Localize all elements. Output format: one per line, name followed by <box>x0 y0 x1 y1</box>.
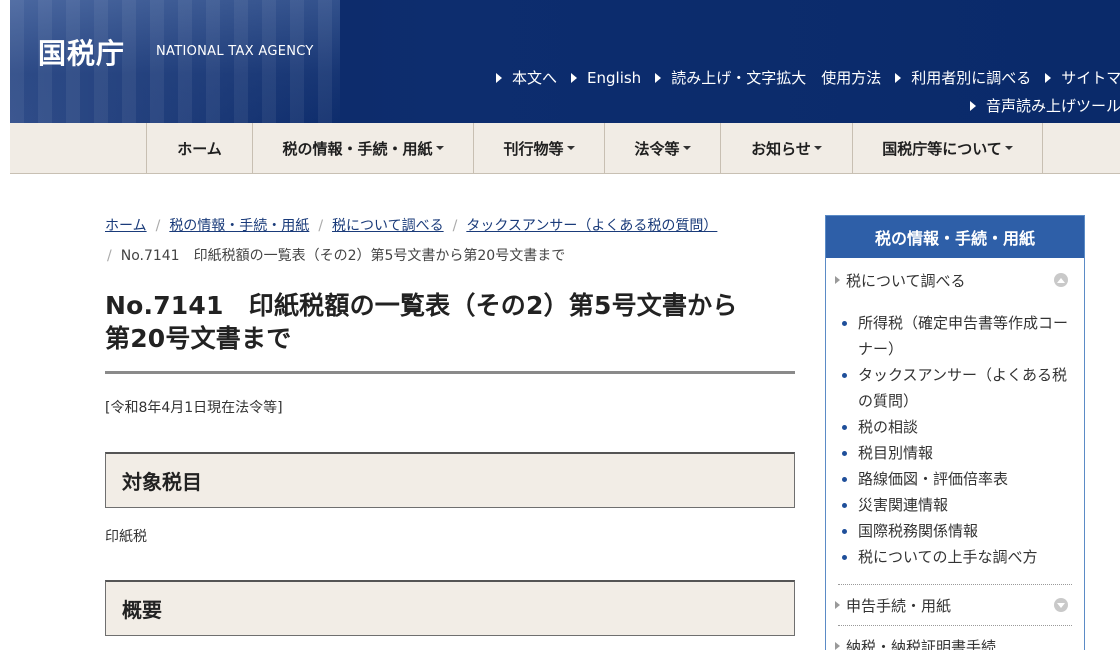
sidebar-item-tax-answer[interactable]: タックスアンサー（よくある税の質問） <box>842 362 1070 414</box>
utility-nav: 本文へ English 読み上げ・文字拡大 使用方法 利用者別に調べる サイトマ <box>496 67 1120 88</box>
site-header: 国税庁 NATIONAL TAX AGENCY 本文へ English 読み上げ… <box>10 0 1120 123</box>
sidebar-item-label[interactable]: 税目別情報 <box>858 444 933 462</box>
section-heading-target-tax: 対象税目 <box>105 452 795 508</box>
util-link-sitemap[interactable]: サイトマ <box>1045 67 1120 88</box>
utility-nav-row2: 音声読み上げツール <box>970 95 1120 116</box>
sidebar-category-research[interactable]: 税について調べる <box>826 260 1084 300</box>
nav-item-label: 法令等 <box>634 139 680 158</box>
caret-down-icon <box>566 146 575 150</box>
nav-item-laws[interactable]: 法令等 <box>604 123 720 173</box>
util-link-reading-help[interactable]: 読み上げ・文字拡大 使用方法 <box>655 67 881 88</box>
sidebar-item-international[interactable]: 国際税務関係情報 <box>842 518 1070 544</box>
caret-down-icon <box>1004 146 1013 150</box>
sidebar-item-by-tax-type[interactable]: 税目別情報 <box>842 440 1070 466</box>
nav-item-label: 国税庁等について <box>882 139 1002 158</box>
triangle-right-icon <box>970 100 976 111</box>
sidebar-item-disaster[interactable]: 災害関連情報 <box>842 492 1070 518</box>
site-logo-english: NATIONAL TAX AGENCY <box>156 44 314 59</box>
breadcrumb-separator: / <box>318 218 324 234</box>
sidebar-item-label[interactable]: 災害関連情報 <box>858 496 948 514</box>
util-link-voice-reader[interactable]: 音声読み上げツール <box>970 95 1120 116</box>
sidebar-list: 所得税（確定申告書等作成コーナー） タックスアンサー（よくある税の質問） 税の相… <box>826 300 1084 578</box>
nav-item-home[interactable]: ホーム <box>146 123 252 173</box>
sidebar-category-label: 申告手続・用紙 <box>846 596 952 615</box>
page-title-line1: No.7141 印紙税額の一覧表（その2）第5号文書から <box>105 291 738 320</box>
sidebar-item-label[interactable]: 税についての上手な調べ方 <box>858 548 1038 566</box>
nav-item-about[interactable]: 国税庁等について <box>852 123 1043 173</box>
breadcrumb-home[interactable]: ホーム <box>105 218 147 234</box>
util-link-label: 読み上げ・文字拡大 使用方法 <box>671 69 882 87</box>
nav-item-publications[interactable]: 刊行物等 <box>473 123 604 173</box>
sidebar-category-payment[interactable]: 納税・納税証明書手続 <box>826 626 1084 650</box>
date-note: [令和8年4月1日現在法令等] <box>105 400 283 416</box>
collapse-up-icon[interactable] <box>1054 273 1068 287</box>
nav-item-label: ホーム <box>177 139 222 158</box>
util-link-english[interactable]: English <box>571 67 641 88</box>
sidebar-item-label[interactable]: 所得税（確定申告書等作成コーナー） <box>858 314 1068 358</box>
nav-item-label: 税の情報・手続・用紙 <box>282 139 433 158</box>
triangle-right-icon <box>895 72 902 83</box>
section-body-target-tax: 印紙税 <box>105 529 147 545</box>
util-link-skip-to-content[interactable]: 本文へ <box>496 67 557 88</box>
breadcrumb-separator: / <box>155 218 161 234</box>
triangle-right-icon <box>655 72 662 83</box>
util-link-label: 本文へ <box>512 69 558 87</box>
nav-item-label: 刊行物等 <box>503 139 564 158</box>
triangle-right-icon <box>835 642 840 650</box>
breadcrumb-current: No.7141 印紙税額の一覧表（その2）第5号文書から第20号文書まで <box>120 248 566 264</box>
sidebar-item-route-price[interactable]: 路線価図・評価倍率表 <box>842 466 1070 492</box>
expand-down-icon[interactable] <box>1054 598 1068 612</box>
title-divider <box>105 371 795 374</box>
util-link-label: サイトマ <box>1061 69 1120 87</box>
triangle-right-icon <box>835 276 840 284</box>
util-link-label: English <box>587 68 642 87</box>
breadcrumb-research[interactable]: 税について調べる <box>332 218 444 234</box>
page-title-line2: 第20号文書まで <box>105 324 292 353</box>
nav-item-tax-info[interactable]: 税の情報・手続・用紙 <box>252 123 473 173</box>
sidebar-item-label[interactable]: タックスアンサー（よくある税の質問） <box>858 366 1067 410</box>
breadcrumb-separator: / <box>452 218 458 234</box>
triangle-right-icon <box>496 72 502 83</box>
breadcrumb-tax-answer[interactable]: タックスアンサー（よくある税の質問） <box>466 218 717 234</box>
breadcrumb-separator: / <box>107 248 112 264</box>
sidebar-item-research-tips[interactable]: 税についての上手な調べ方 <box>842 544 1070 570</box>
util-link-label: 利用者別に調べる <box>911 69 1032 87</box>
triangle-right-icon <box>1045 72 1052 83</box>
nav-item-label: お知らせ <box>751 139 811 158</box>
section-heading-overview: 概要 <box>105 580 795 636</box>
sidebar-heading: 税の情報・手続・用紙 <box>826 216 1084 258</box>
breadcrumb-current-row: / No.7141 印紙税額の一覧表（その2）第5号文書から第20号文書まで <box>105 241 795 271</box>
site-logo[interactable]: 国税庁 <box>38 32 125 72</box>
breadcrumb: ホーム / 税の情報・手続・用紙 / 税について調べる / タックスアンサー（よくある税の質… <box>105 211 795 271</box>
triangle-right-icon <box>835 601 840 609</box>
global-nav: ホーム 税の情報・手続・用紙 刊行物等 法令等 お知らせ 国税庁等について <box>10 123 1120 174</box>
caret-down-icon <box>682 146 691 150</box>
triangle-right-icon <box>571 72 578 83</box>
breadcrumb-tax-info[interactable]: 税の情報・手続・用紙 <box>169 218 309 234</box>
sidebar-item-income-tax[interactable]: 所得税（確定申告書等作成コーナー） <box>842 310 1070 362</box>
global-nav-items: ホーム 税の情報・手続・用紙 刊行物等 法令等 お知らせ 国税庁等について <box>146 123 1043 173</box>
sidebar-item-consultation[interactable]: 税の相談 <box>842 414 1070 440</box>
sidebar-category-filing[interactable]: 申告手続・用紙 <box>826 585 1084 625</box>
page-title: No.7141 印紙税額の一覧表（その2）第5号文書から 第20号文書まで <box>105 289 795 355</box>
util-link-label: 音声読み上げツール <box>986 97 1120 115</box>
util-link-by-user[interactable]: 利用者別に調べる <box>895 67 1031 88</box>
caret-down-icon <box>435 146 444 150</box>
sidebar-item-label[interactable]: 国際税務関係情報 <box>858 522 978 540</box>
sidebar-item-label[interactable]: 税の相談 <box>858 418 918 436</box>
nav-item-news[interactable]: お知らせ <box>720 123 852 173</box>
sidebar-category-label: 納税・納税証明書手続 <box>846 637 997 650</box>
sidebar-item-label[interactable]: 路線価図・評価倍率表 <box>858 470 1008 488</box>
sidebar-category-label: 税について調べる <box>846 271 966 290</box>
caret-down-icon <box>813 146 822 150</box>
sidebar: 税の情報・手続・用紙 税について調べる 所得税（確定申告書等作成コーナー） タッ… <box>825 215 1085 650</box>
